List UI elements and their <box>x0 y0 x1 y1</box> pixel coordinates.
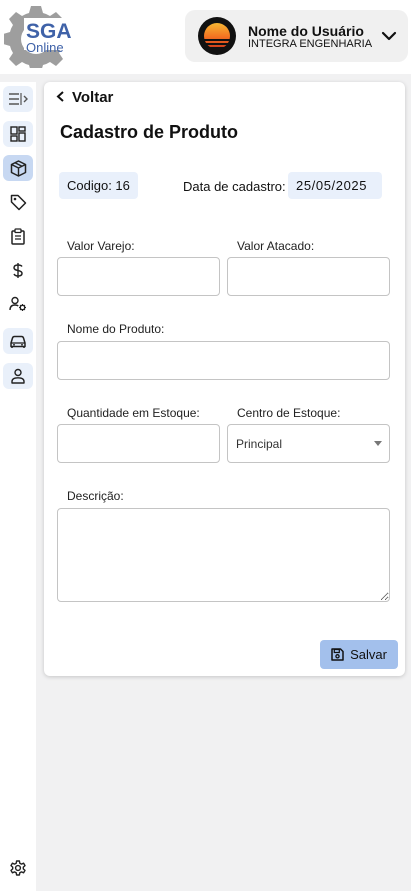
description-textarea[interactable] <box>57 508 390 602</box>
user-name: Nome do Usuário <box>248 23 364 39</box>
page-title: Cadastro de Produto <box>60 122 239 142</box>
wholesale-price-input[interactable] <box>227 257 390 296</box>
wholesale-price-label: Valor Atacado: <box>237 239 315 253</box>
company-avatar <box>198 17 236 55</box>
person-icon <box>11 368 25 384</box>
app-header: SGA Online Nome do Usuário INTEGRA ENGEN… <box>0 0 411 74</box>
sidebar-item-products[interactable] <box>3 155 33 181</box>
registration-date-label: Data de cadastro: <box>183 179 286 194</box>
stock-quantity-label: Quantidade em Estoque: <box>67 406 200 420</box>
collapse-sidebar-icon <box>9 93 28 105</box>
sidebar-item-dashboard[interactable] <box>3 121 33 147</box>
sidebar-item-finance[interactable] <box>3 257 33 283</box>
back-label: Voltar <box>72 89 114 106</box>
sidebar-item-settings[interactable] <box>3 855 33 881</box>
chevron-left-icon <box>56 89 65 106</box>
chevron-down-icon[interactable] <box>380 27 398 45</box>
registration-date-value: 25/05/2025 <box>288 172 382 199</box>
sidebar <box>0 82 36 891</box>
dropdown-arrow-icon <box>374 441 382 446</box>
description-label: Descrição: <box>67 489 124 503</box>
dashboard-icon <box>10 126 26 142</box>
stock-center-value: Principal <box>236 437 283 451</box>
stock-center-select[interactable]: Principal <box>227 424 390 463</box>
settings-icon <box>10 860 26 876</box>
product-name-input[interactable] <box>57 341 390 380</box>
dollar-icon <box>13 262 23 278</box>
sidebar-item-tags[interactable] <box>3 189 33 215</box>
stock-center-label: Centro de Estoque: <box>237 406 341 420</box>
tag-icon <box>10 194 26 210</box>
sidebar-item-user-settings[interactable] <box>3 291 33 317</box>
save-button[interactable]: Salvar <box>320 640 398 669</box>
sidebar-toggle[interactable] <box>3 86 33 112</box>
retail-price-label: Valor Varejo: <box>67 239 135 253</box>
floppy-disk-icon <box>331 648 344 661</box>
user-settings-icon <box>9 296 26 311</box>
product-code-badge: Codigo: 16 <box>59 172 138 199</box>
clipboard-icon <box>11 227 25 245</box>
sga-logo[interactable]: SGA Online <box>4 4 76 68</box>
user-company: INTEGRA ENGENHARIA <box>248 38 373 50</box>
user-menu[interactable]: Nome do Usuário INTEGRA ENGENHARIA <box>185 10 408 62</box>
sidebar-item-users[interactable] <box>3 363 33 389</box>
sidebar-item-vehicles[interactable] <box>3 328 33 354</box>
back-button[interactable]: Voltar <box>56 89 113 106</box>
product-name-label: Nome do Produto: <box>67 322 165 336</box>
stock-quantity-input[interactable] <box>57 424 220 463</box>
save-button-label: Salvar <box>350 647 387 662</box>
product-form-card: Voltar Cadastro de Produto Codigo: 16 Da… <box>44 82 405 676</box>
sidebar-item-reports[interactable] <box>3 223 33 249</box>
car-icon <box>10 335 26 348</box>
box-icon <box>10 159 26 177</box>
logo-subtitle: Online <box>26 40 64 55</box>
retail-price-input[interactable] <box>57 257 220 296</box>
